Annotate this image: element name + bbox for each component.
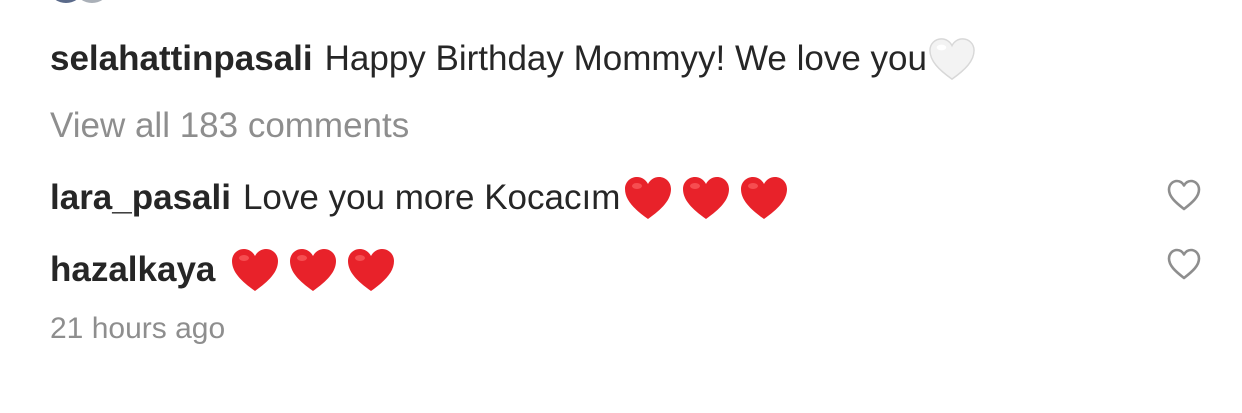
view-all-comments-link[interactable]: View all 183 comments bbox=[50, 106, 409, 146]
comment-username[interactable]: hazalkaya bbox=[50, 250, 215, 290]
red-heart-emoji-icon bbox=[625, 177, 672, 219]
liked-by-avatars[interactable] bbox=[48, 0, 110, 6]
white-heart-emoji-icon bbox=[929, 38, 975, 81]
red-heart-emoji-icon bbox=[290, 249, 337, 291]
comment-text: Love you more Kocacım bbox=[242, 178, 621, 217]
heart-outline-icon[interactable] bbox=[1166, 178, 1202, 212]
red-heart-emoji-icon bbox=[683, 177, 730, 219]
red-heart-emoji-icon bbox=[232, 249, 279, 291]
caption-username[interactable]: selahattinpasali bbox=[50, 39, 313, 79]
comment-username[interactable]: lara_pasali bbox=[50, 178, 231, 218]
avatar bbox=[74, 0, 110, 6]
post-timestamp: 21 hours ago bbox=[50, 312, 226, 345]
comment-row: hazalkaya bbox=[50, 246, 397, 294]
red-heart-emoji-icon bbox=[348, 249, 395, 291]
heart-outline-icon[interactable] bbox=[1166, 247, 1202, 281]
caption-text: Happy Birthday Mommyy! We love you bbox=[324, 39, 927, 78]
comment-emoji-group bbox=[229, 246, 397, 294]
comment-row: lara_pasali Love you more Kocacım bbox=[50, 174, 790, 222]
comment-emoji-group bbox=[622, 174, 790, 222]
red-heart-emoji-icon bbox=[741, 177, 788, 219]
post-caption: selahattinpasali Happy Birthday Mommyy! … bbox=[50, 36, 977, 82]
